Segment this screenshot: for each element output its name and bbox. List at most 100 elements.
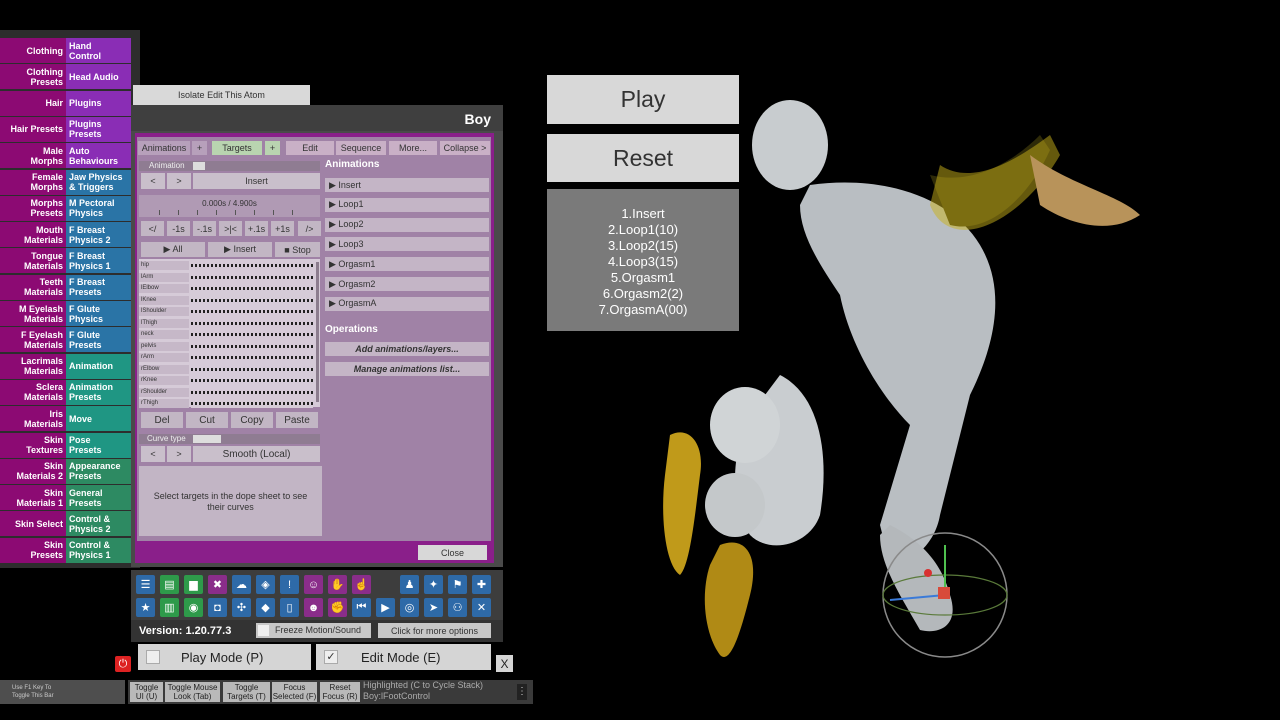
track-row[interactable]: rKnee — [139, 376, 315, 385]
track-keyframes[interactable] — [191, 364, 313, 374]
stop-button[interactable]: ■ Stop — [275, 242, 320, 257]
close-x-button[interactable]: X — [496, 655, 513, 672]
menu-item-right[interactable]: F Glute Physics — [66, 301, 131, 326]
track-keyframes[interactable] — [191, 387, 313, 397]
step-button[interactable]: +1s — [271, 221, 294, 236]
flag-icon[interactable]: ⚑ — [448, 575, 467, 594]
pointer-icon[interactable]: ☝ — [352, 575, 371, 594]
plus-icon[interactable]: ✚ — [472, 575, 491, 594]
dope-sheet-scrollbar[interactable] — [316, 262, 319, 402]
bottom-toggle-button[interactable]: Toggle Mouse Look (Tab) — [165, 682, 220, 702]
menu-item-left[interactable]: Hair Presets — [0, 116, 66, 142]
power-icon[interactable]: ⏻ — [115, 656, 131, 672]
track-keyframes[interactable] — [191, 261, 313, 270]
skip-back-icon[interactable]: ⏮ — [352, 598, 371, 617]
scene-viewport[interactable] — [650, 95, 1150, 685]
track-row[interactable]: rThigh — [139, 399, 315, 408]
hand-icon[interactable]: ✋ — [328, 575, 347, 594]
add-animations-button[interactable]: Add animations/layers... — [325, 342, 489, 356]
menu-item-left[interactable]: Tongue Materials — [0, 248, 66, 274]
menu-item-right[interactable]: F Breast Presets — [66, 274, 131, 300]
track-keyframes[interactable] — [191, 295, 313, 305]
menu-item-left[interactable]: Clothing — [0, 38, 66, 63]
isolate-edit-button[interactable]: Isolate Edit This Atom — [133, 85, 310, 105]
screenshot-icon[interactable]: ◉ — [184, 598, 203, 617]
animation-item[interactable]: ▶ Loop3 — [325, 237, 489, 252]
track-keyframes[interactable] — [191, 318, 313, 328]
open-scene-icon[interactable]: ▤ — [160, 575, 179, 594]
track-row[interactable]: rShoulder — [139, 387, 315, 397]
play-mode-checkbox[interactable] — [146, 650, 160, 664]
close-button[interactable]: Close — [418, 545, 487, 560]
animation-slider-handle[interactable] — [193, 162, 205, 170]
step-button[interactable]: /> — [298, 221, 321, 236]
track-keyframes[interactable] — [191, 272, 313, 282]
time-scrubber[interactable]: 0.000s / 4.900s — [139, 195, 320, 217]
menu-icon[interactable]: ☰ — [136, 575, 155, 594]
play-icon[interactable]: ▶ — [376, 598, 395, 617]
bottom-toggle-button[interactable]: Reset Focus (R) — [320, 682, 360, 702]
bottom-toggle-button[interactable]: Toggle Targets (T) — [223, 682, 270, 702]
tab-edit[interactable]: Edit — [286, 141, 334, 155]
menu-item-left[interactable]: Clothing Presets — [0, 64, 66, 90]
person-icon[interactable]: ♟ — [400, 575, 419, 594]
step-button[interactable]: -1s — [167, 221, 190, 236]
freeze-motion-toggle[interactable]: Freeze Motion/Sound — [256, 623, 371, 638]
person-add-icon[interactable]: ☺ — [304, 575, 323, 594]
menu-item-left[interactable]: Hair — [0, 90, 66, 116]
track-row[interactable]: lElbow — [139, 284, 315, 293]
bottom-toggle-button[interactable]: Focus Selected (F) — [272, 682, 317, 702]
add-target-button[interactable]: + — [265, 141, 280, 155]
track-keyframes[interactable] — [191, 376, 313, 385]
step-button[interactable]: >|< — [219, 221, 242, 236]
person-edit-icon[interactable]: ☻ — [304, 598, 323, 617]
menu-item-right[interactable]: Auto Behaviours — [66, 143, 131, 169]
curve-type-selector[interactable]: Curve type — [139, 434, 320, 444]
track-row[interactable]: neck — [139, 330, 315, 339]
star-icon[interactable]: ★ — [136, 598, 155, 617]
menu-item-right[interactable]: Appearance Presets — [66, 458, 131, 484]
menu-item-right[interactable]: M Pectoral Physics — [66, 195, 131, 221]
edit-action-button[interactable]: Del — [141, 412, 183, 428]
animation-item[interactable]: ▶ Loop2 — [325, 217, 489, 232]
menu-item-right[interactable]: Plugins Presets — [66, 116, 131, 142]
track-row[interactable]: rArm — [139, 353, 315, 362]
menu-item-right[interactable]: Head Audio — [66, 64, 131, 90]
bottom-toggle-button[interactable]: Toggle UI (U) — [130, 682, 163, 702]
track-row[interactable]: lKnee — [139, 295, 315, 305]
unity-icon[interactable]: ✦ — [424, 575, 443, 594]
track-keyframes[interactable] — [191, 307, 313, 316]
cursor-icon[interactable]: ➤ — [424, 598, 443, 617]
step-button[interactable]: -.1s — [193, 221, 216, 236]
menu-item-right[interactable]: Animation Presets — [66, 379, 131, 405]
menu-item-right[interactable]: F Glute Presets — [66, 327, 131, 353]
people-icon[interactable]: ⚇ — [448, 598, 467, 617]
add-animation-button[interactable]: + — [192, 141, 207, 155]
tools-icon[interactable]: ✕ — [472, 598, 491, 617]
delete-icon[interactable]: ✖ — [208, 575, 227, 594]
track-keyframes[interactable] — [191, 353, 313, 362]
step-button[interactable]: +.1s — [245, 221, 268, 236]
menu-item-right[interactable]: Control & Physics 2 — [66, 511, 131, 537]
track-keyframes[interactable] — [191, 284, 313, 293]
menu-item-right[interactable]: Plugins — [66, 90, 131, 116]
tab-more[interactable]: More... — [389, 141, 437, 155]
animation-selector[interactable]: Animation — [139, 161, 320, 171]
menu-item-left[interactable]: Teeth Materials — [0, 274, 66, 300]
tab-targets[interactable]: Targets — [212, 141, 262, 155]
edit-action-button[interactable]: Cut — [186, 412, 228, 428]
menu-item-left[interactable]: Lacrimals Materials — [0, 353, 66, 379]
edit-mode-checkbox[interactable]: ✓ — [324, 650, 338, 664]
track-row[interactable]: lThigh — [139, 318, 315, 328]
menu-item-right[interactable]: Animation — [66, 353, 131, 379]
curve-type-field[interactable]: Smooth (Local) — [193, 446, 320, 462]
menu-item-right[interactable]: F Breast Physics 2 — [66, 222, 131, 248]
manage-animations-button[interactable]: Manage animations list... — [325, 362, 489, 376]
menu-item-right[interactable]: General Presets — [66, 485, 131, 511]
collapse-button[interactable]: Collapse > — [440, 141, 490, 155]
menu-item-left[interactable]: F Eyelash Materials — [0, 327, 66, 353]
curve-slider-handle[interactable] — [193, 435, 221, 443]
menu-item-left[interactable]: M Eyelash Materials — [0, 301, 66, 326]
current-animation-field[interactable]: Insert — [193, 173, 320, 189]
prev-animation-button[interactable]: < — [141, 173, 165, 189]
